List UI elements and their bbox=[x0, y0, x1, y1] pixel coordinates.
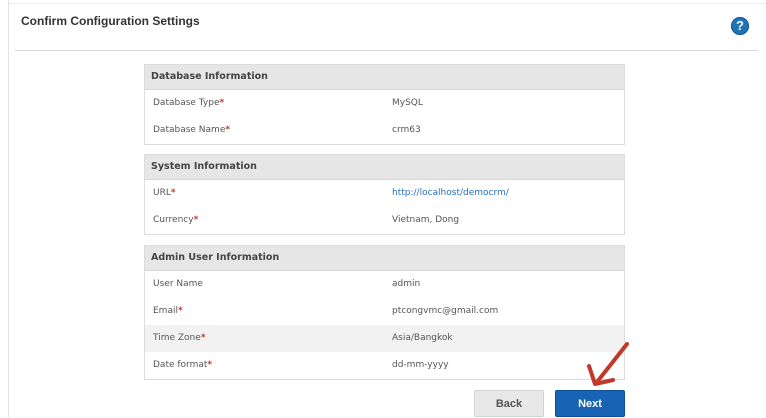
url-link[interactable]: http://localhost/democrm/ bbox=[392, 180, 509, 207]
top-border bbox=[9, 3, 766, 4]
field-label: URL* bbox=[153, 188, 176, 198]
field-label: User Name bbox=[153, 279, 203, 289]
row-date-format: Date format* dd-mm-yyyy bbox=[145, 352, 624, 379]
title-divider bbox=[15, 50, 758, 51]
field-label: Date format* bbox=[153, 360, 213, 370]
row-time-zone: Time Zone* Asia/Bangkok bbox=[145, 325, 624, 352]
field-value: Vietnam, Dong bbox=[392, 215, 460, 225]
row-database-type: Database Type* MySQL bbox=[145, 90, 624, 117]
required-marker: * bbox=[225, 125, 231, 135]
row-database-name: Database Name* crm63 bbox=[145, 117, 624, 144]
field-value: MySQL bbox=[392, 98, 423, 108]
back-button[interactable]: Back bbox=[474, 390, 544, 417]
required-marker: * bbox=[170, 188, 176, 198]
next-button[interactable]: Next bbox=[555, 390, 625, 417]
required-marker: * bbox=[219, 98, 225, 108]
required-marker: * bbox=[200, 333, 206, 343]
required-marker: * bbox=[177, 306, 183, 316]
required-marker: * bbox=[207, 360, 213, 370]
database-info-panel: Database Information Database Type* MySQ… bbox=[144, 64, 625, 145]
help-icon[interactable]: ? bbox=[731, 17, 749, 35]
field-value: ptcongvmc@gmail.com bbox=[392, 306, 499, 316]
field-label: Database Type* bbox=[153, 98, 225, 108]
field-value: crm63 bbox=[392, 125, 421, 135]
field-label: Currency* bbox=[153, 215, 199, 225]
field-value: dd-mm-yyyy bbox=[392, 360, 449, 370]
required-marker: * bbox=[193, 215, 199, 225]
field-value: admin bbox=[392, 279, 421, 289]
system-info-panel: System Information URL* http://localhost… bbox=[144, 154, 625, 235]
row-currency: Currency* Vietnam, Dong bbox=[145, 207, 624, 234]
row-user-name: User Name admin bbox=[145, 271, 624, 298]
admin-user-panel: Admin User Information User Name admin E… bbox=[144, 245, 625, 380]
field-value: Asia/Bangkok bbox=[392, 333, 453, 343]
section-heading: System Information bbox=[145, 155, 624, 180]
section-heading: Admin User Information bbox=[145, 246, 624, 271]
row-url: URL* http://localhost/democrm/ bbox=[145, 180, 624, 207]
field-label: Email* bbox=[153, 306, 183, 316]
section-heading: Database Information bbox=[145, 65, 624, 90]
field-label: Time Zone* bbox=[153, 333, 206, 343]
annotation-arrow-icon bbox=[587, 342, 629, 386]
field-label: Database Name* bbox=[153, 125, 231, 135]
page-title: Confirm Configuration Settings bbox=[21, 14, 200, 28]
row-email: Email* ptcongvmc@gmail.com bbox=[145, 298, 624, 325]
